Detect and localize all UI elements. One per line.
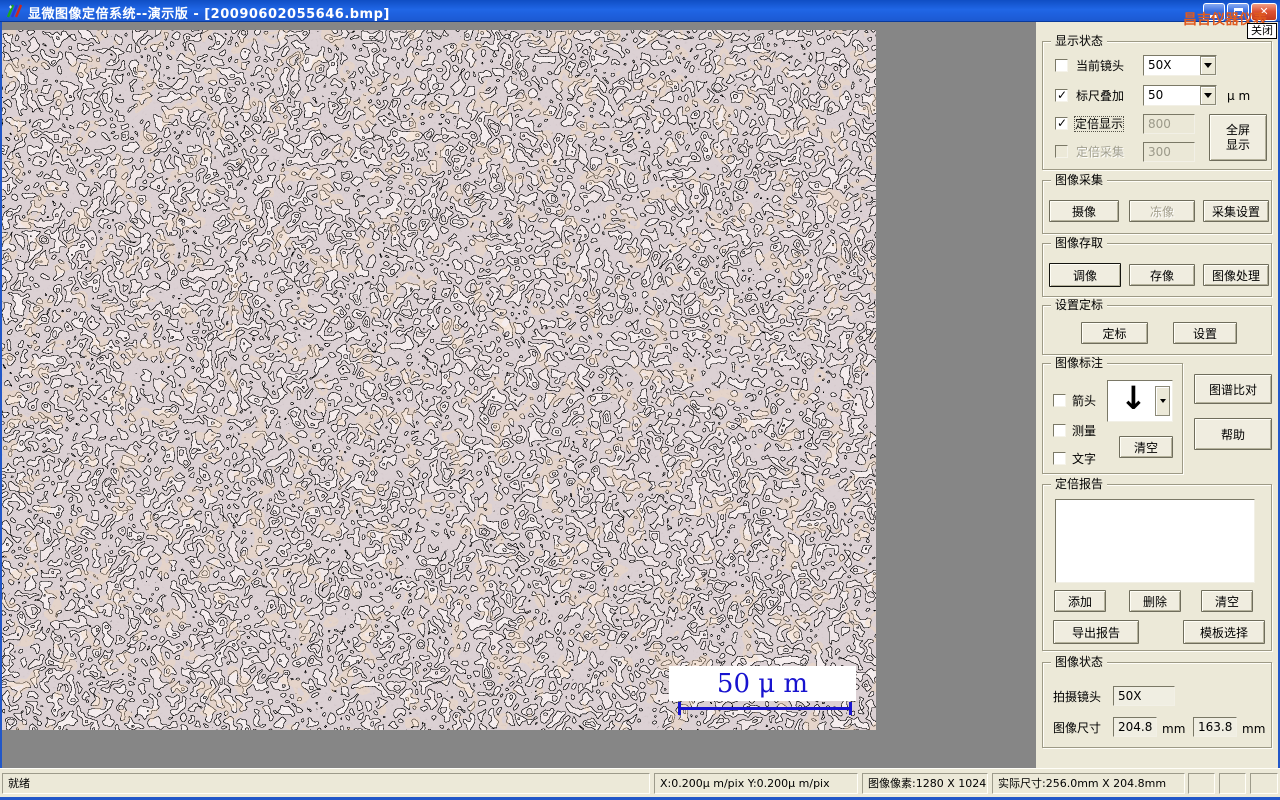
group-title: 定倍报告 bbox=[1051, 477, 1108, 492]
calibrate-button[interactable]: 定标 bbox=[1081, 322, 1148, 344]
image-viewer-area: 50 μ m bbox=[2, 22, 1036, 768]
field-image-height: 163.8 bbox=[1193, 717, 1237, 737]
combo-current-lens[interactable]: 50X bbox=[1143, 55, 1217, 76]
label-arrow: 箭头 bbox=[1072, 394, 1097, 408]
group-title: 图像采集 bbox=[1051, 173, 1108, 188]
group-title: 图像状态 bbox=[1051, 655, 1108, 670]
scalebar-label-box: 50 μ m bbox=[669, 666, 856, 701]
help-button[interactable]: 帮助 bbox=[1194, 418, 1272, 450]
combo-value: 50X bbox=[1148, 58, 1172, 72]
group-report: 定倍报告 添加 删除 清空 导出报告 模板选择 bbox=[1042, 477, 1272, 651]
group-storage: 图像存取 调像 存像 图像处理 bbox=[1042, 236, 1272, 297]
label-fixed-display: 定倍显示 bbox=[1073, 116, 1125, 132]
label-mm-1: mm bbox=[1162, 722, 1186, 736]
checkbox-measure[interactable] bbox=[1053, 424, 1066, 437]
group-display-status: 显示状态 当前镜头 50X 标尺叠加 50 μ m 定倍显示 800 定倍采集 … bbox=[1042, 34, 1272, 170]
fullscreen-line2: 显示 bbox=[1225, 137, 1250, 152]
scalebar-tick-right bbox=[849, 702, 852, 715]
status-actual-size: 实际尺寸:256.0mm X 204.8mm bbox=[992, 773, 1185, 794]
label-capture-lens: 拍摄镜头 bbox=[1053, 690, 1102, 704]
micrograph-image[interactable]: 50 μ m bbox=[2, 30, 876, 730]
report-clear-button[interactable]: 清空 bbox=[1201, 590, 1253, 612]
chevron-down-icon[interactable] bbox=[1200, 56, 1216, 75]
group-title: 显示状态 bbox=[1051, 34, 1108, 49]
group-calibration: 设置定标 定标 设置 bbox=[1042, 298, 1272, 355]
checkbox-text[interactable] bbox=[1053, 452, 1066, 465]
close-button[interactable]: ✕ bbox=[1251, 3, 1277, 21]
close-icon: ✕ bbox=[1259, 5, 1269, 18]
status-empty-2 bbox=[1219, 773, 1246, 794]
settings-button[interactable]: 设置 bbox=[1173, 322, 1237, 344]
scalebar-label: 50 μ m bbox=[716, 668, 809, 699]
atlas-compare-button[interactable]: 图谱比对 bbox=[1194, 374, 1272, 404]
restore-button[interactable] bbox=[1227, 3, 1249, 21]
micrograph-texture bbox=[2, 30, 876, 730]
down-arrow-icon: ↓ bbox=[1120, 379, 1147, 417]
checkbox-arrow[interactable] bbox=[1053, 394, 1066, 407]
scalebar-line bbox=[678, 707, 852, 710]
group-image-status: 图像状态 拍摄镜头 50X 图像尺寸 204.8 mm 163.8 mm bbox=[1042, 655, 1272, 748]
label-text: 文字 bbox=[1072, 452, 1097, 466]
field-capture-lens: 50X bbox=[1113, 686, 1175, 706]
export-report-button[interactable]: 导出报告 bbox=[1053, 620, 1139, 644]
fullscreen-button[interactable]: 全屏 显示 bbox=[1209, 114, 1267, 161]
restore-icon bbox=[1233, 8, 1243, 16]
status-pixel-scale: X:0.200μ m/pix Y:0.200μ m/pix bbox=[654, 773, 858, 794]
group-annotation: 图像标注 箭头 ↓ 测量 文字 清空 bbox=[1042, 356, 1183, 474]
checkbox-fixed-display[interactable] bbox=[1055, 116, 1068, 130]
control-panel: 显示状态 当前镜头 50X 标尺叠加 50 μ m 定倍显示 800 定倍采集 … bbox=[1036, 22, 1278, 768]
chevron-down-icon[interactable] bbox=[1155, 386, 1170, 416]
label-micron-unit: μ m bbox=[1227, 89, 1251, 103]
status-image-pixels: 图像像素:1280 X 1024 bbox=[862, 773, 988, 794]
label-ruler-overlay: 标尺叠加 bbox=[1076, 89, 1125, 103]
load-image-button[interactable]: 调像 bbox=[1049, 263, 1121, 287]
save-image-button[interactable]: 存像 bbox=[1129, 264, 1195, 286]
fullscreen-line1: 全屏 bbox=[1225, 122, 1250, 137]
label-measure: 测量 bbox=[1072, 424, 1097, 438]
minimize-button[interactable] bbox=[1203, 3, 1225, 21]
minimize-icon bbox=[1210, 15, 1218, 18]
chevron-down-icon[interactable] bbox=[1200, 86, 1216, 105]
app-window: 显微图像定倍系统--演示版 - [20090602055646.bmp] ✕ 昌… bbox=[0, 0, 1280, 800]
capture-button[interactable]: 摄像 bbox=[1049, 200, 1119, 222]
checkbox-fixed-capture bbox=[1055, 145, 1068, 158]
label-image-size: 图像尺寸 bbox=[1053, 721, 1102, 735]
report-listbox[interactable] bbox=[1055, 499, 1255, 583]
checkbox-current-lens[interactable] bbox=[1055, 59, 1068, 72]
window-title: 显微图像定倍系统--演示版 - [20090602055646.bmp] bbox=[28, 7, 390, 22]
statusbar: 就绪 X:0.200μ m/pix Y:0.200μ m/pix 图像像素:12… bbox=[0, 768, 1280, 797]
group-title: 图像存取 bbox=[1051, 236, 1108, 251]
freeze-button: 冻像 bbox=[1129, 200, 1195, 222]
status-empty-1 bbox=[1188, 773, 1215, 794]
template-select-button[interactable]: 模板选择 bbox=[1183, 620, 1265, 644]
clear-annotation-button[interactable]: 清空 bbox=[1119, 436, 1173, 458]
group-capture: 图像采集 摄像 冻像 采集设置 bbox=[1042, 173, 1272, 234]
label-mm-2: mm bbox=[1242, 722, 1266, 736]
arrow-style-combo[interactable]: ↓ bbox=[1107, 379, 1173, 422]
titlebar: 显微图像定倍系统--演示版 - [20090602055646.bmp] ✕ 昌… bbox=[0, 0, 1280, 28]
image-process-button[interactable]: 图像处理 bbox=[1203, 264, 1269, 286]
status-ready: 就绪 bbox=[2, 773, 650, 794]
report-add-button[interactable]: 添加 bbox=[1054, 590, 1106, 612]
close-tooltip: 关闭 bbox=[1247, 23, 1277, 39]
combo-ruler-value[interactable]: 50 bbox=[1143, 85, 1217, 106]
combo-value: 50 bbox=[1148, 88, 1164, 102]
edit-fixed-display: 800 bbox=[1143, 114, 1195, 134]
label-fixed-capture: 定倍采集 bbox=[1076, 145, 1125, 159]
label-current-lens: 当前镜头 bbox=[1076, 59, 1125, 73]
edit-fixed-capture: 300 bbox=[1143, 142, 1195, 162]
app-icon bbox=[7, 4, 23, 18]
field-image-width: 204.8 bbox=[1113, 717, 1157, 737]
group-title: 设置定标 bbox=[1051, 298, 1108, 313]
report-delete-button[interactable]: 删除 bbox=[1129, 590, 1181, 612]
checkbox-ruler-overlay[interactable] bbox=[1055, 88, 1068, 102]
capture-settings-button[interactable]: 采集设置 bbox=[1203, 200, 1269, 222]
status-empty-3 bbox=[1250, 773, 1278, 794]
group-title: 图像标注 bbox=[1051, 356, 1108, 371]
scalebar-tick-left bbox=[678, 702, 681, 715]
